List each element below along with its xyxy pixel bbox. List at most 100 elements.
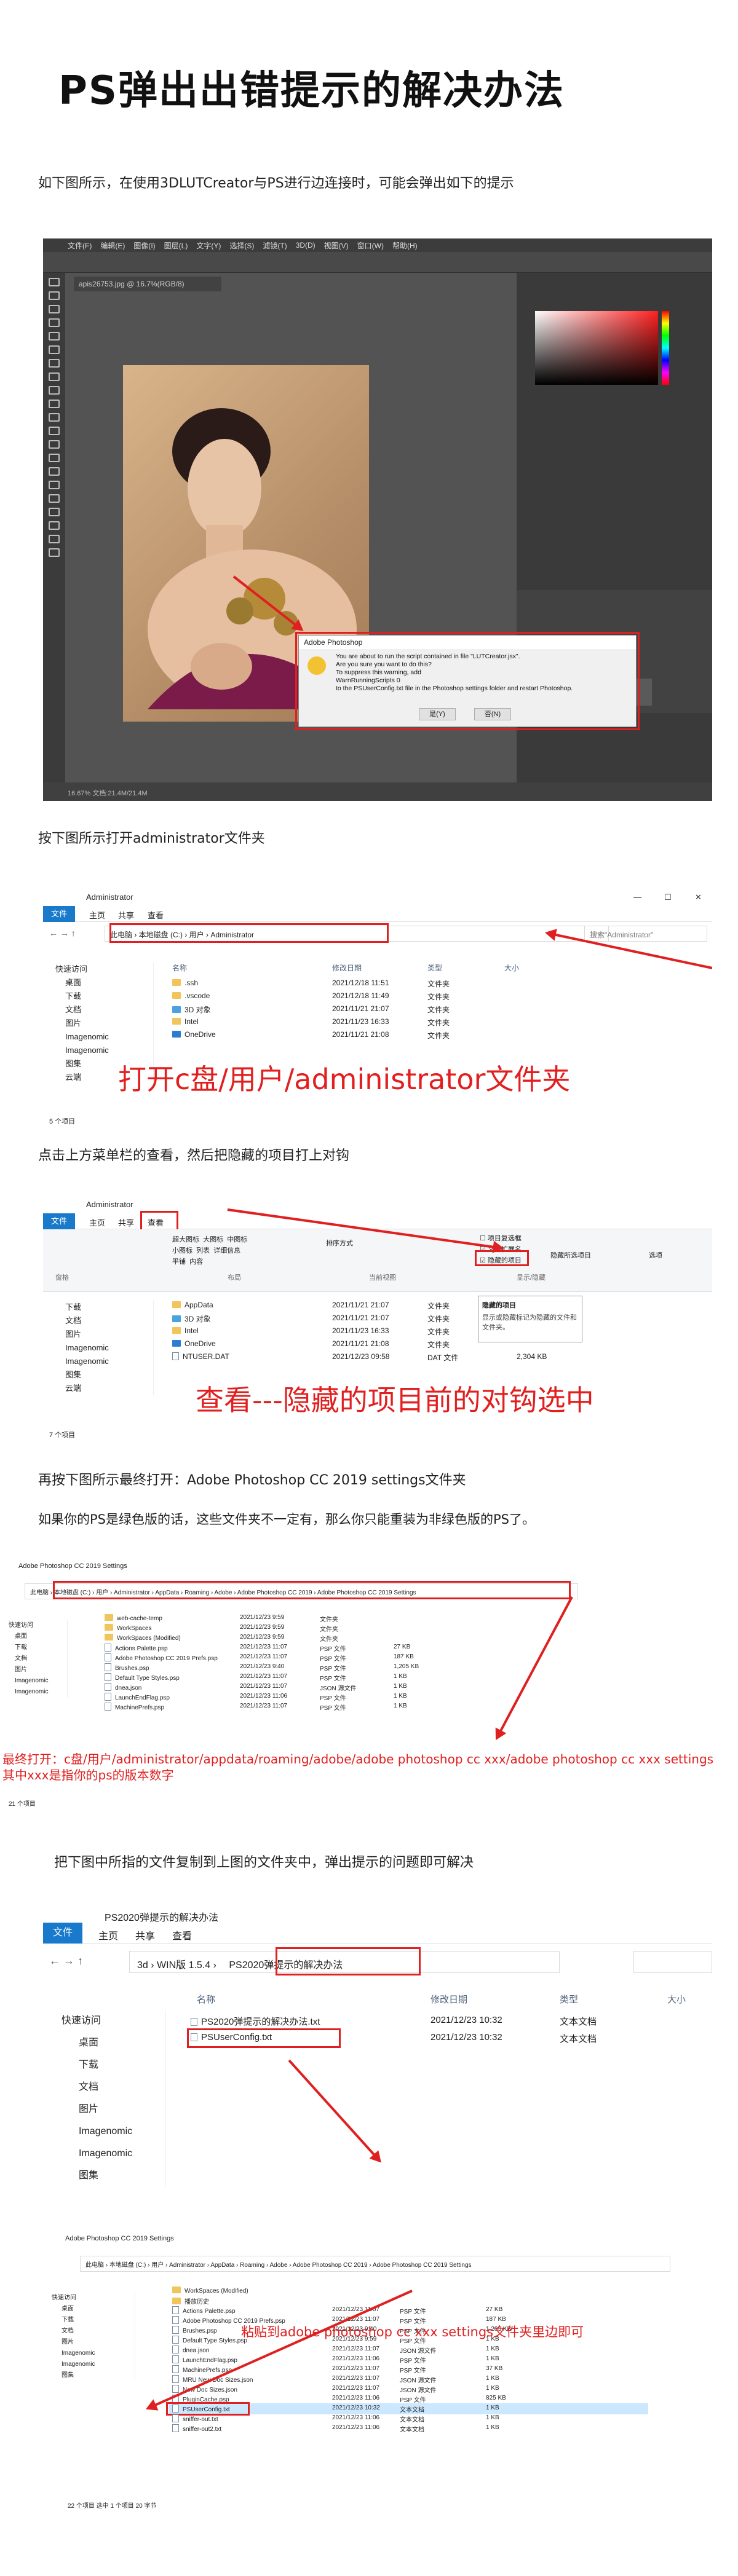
type-tool-icon[interactable] <box>49 494 60 503</box>
nav-documents[interactable]: 文档 <box>43 1314 153 1328</box>
marquee-tool-icon[interactable] <box>49 291 60 300</box>
col-type[interactable]: 类型 <box>427 963 442 973</box>
col-size[interactable]: 大小 <box>667 1993 686 2006</box>
ps-menu-view[interactable]: 视图(V) <box>324 240 349 251</box>
tab-share[interactable]: 共享 <box>118 1216 134 1228</box>
list-item[interactable]: sniffer-out2.txt <box>172 2424 221 2433</box>
nav-pictures[interactable]: 图片 <box>43 2337 135 2348</box>
nav-cloud[interactable]: 云端 <box>43 1382 153 1395</box>
list-item[interactable]: OneDrive <box>172 1030 216 1039</box>
nav-imagenomic-2[interactable]: Imagenomic <box>43 1355 153 1368</box>
close-icon[interactable]: ✕ <box>695 892 702 902</box>
layout-list[interactable]: 列表 <box>196 1247 210 1255</box>
tab-file[interactable]: 文件 <box>43 1213 75 1229</box>
layout-tiles[interactable]: 平铺 <box>172 1258 186 1266</box>
ps-menu-select[interactable]: 选择(S) <box>229 240 254 251</box>
tab-view[interactable]: 查看 <box>172 1928 192 1942</box>
col-name[interactable]: 名称 <box>172 963 187 973</box>
list-item[interactable]: LaunchEndFlag.psp <box>172 2355 237 2364</box>
maximize-icon[interactable]: ☐ <box>664 892 672 902</box>
nav-imagenomic[interactable]: Imagenomic <box>43 1341 153 1355</box>
col-name[interactable]: 名称 <box>197 1993 215 2006</box>
list-item[interactable]: Brushes.psp <box>105 1663 149 1672</box>
options-button[interactable]: 选项 <box>649 1250 662 1260</box>
list-item[interactable]: PS2020弹提示的解决办法.txt <box>191 2015 320 2028</box>
layout-content[interactable]: 内容 <box>189 1258 203 1266</box>
layout-details[interactable]: 详细信息 <box>213 1247 240 1255</box>
gradient-tool-icon[interactable] <box>49 440 60 449</box>
nav-pictures[interactable]: 图片 <box>43 1328 153 1341</box>
nav-quick-access[interactable]: 快速访问 <box>0 1620 67 1631</box>
layout-small-icons[interactable]: 小图标 <box>172 1247 192 1255</box>
nav-documents[interactable]: 文档 <box>43 1003 153 1017</box>
nav-imagenomic[interactable]: Imagenomic <box>0 1676 67 1687</box>
eraser-tool-icon[interactable] <box>49 427 60 435</box>
move-tool-icon[interactable] <box>49 278 60 286</box>
nav-downloads[interactable]: 下载 <box>0 1642 67 1653</box>
list-item[interactable]: NTUSER.DAT <box>172 1352 229 1361</box>
breadcrumb-3d[interactable]: 3d <box>137 1960 148 1971</box>
nav-downloads[interactable]: 下载 <box>43 1301 153 1314</box>
list-item[interactable]: LaunchEndFlag.psp <box>105 1693 170 1701</box>
tab-share[interactable]: 共享 <box>118 909 134 921</box>
ps-menu-type[interactable]: 文字(Y) <box>196 240 221 251</box>
search-input[interactable]: 搜索"Administrator" <box>584 926 707 942</box>
history-brush-icon[interactable] <box>49 413 60 422</box>
nav-documents[interactable]: 文档 <box>43 2326 135 2337</box>
list-item[interactable]: Actions Palette.psp <box>172 2306 236 2315</box>
crop-tool-icon[interactable] <box>49 332 60 341</box>
list-item[interactable]: AppData <box>172 1301 213 1309</box>
healing-tool-icon[interactable] <box>49 372 60 381</box>
nav-gallery[interactable]: 图集 <box>43 2165 165 2187</box>
nav-imagenomic-2[interactable]: Imagenomic <box>43 2143 165 2165</box>
ps-menu-3d[interactable]: 3D(D) <box>296 241 315 250</box>
list-item[interactable]: Default Type Styles.psp <box>105 1673 180 1682</box>
ps-menu-layer[interactable]: 图层(L) <box>164 240 188 251</box>
shape-tool-icon[interactable] <box>49 521 60 530</box>
list-item[interactable]: MachinePrefs.psp <box>172 2365 232 2374</box>
list-item[interactable]: MachinePrefs.psp <box>105 1703 164 1711</box>
list-item[interactable]: WorkSpaces <box>105 1624 152 1632</box>
lasso-tool-icon[interactable] <box>49 305 60 313</box>
ps-hue-slider[interactable] <box>662 311 669 385</box>
nav-imagenomic-2[interactable]: Imagenomic <box>43 1044 153 1057</box>
tab-share[interactable]: 共享 <box>135 1928 155 1942</box>
list-item[interactable]: 3D 对象 <box>172 1314 211 1324</box>
blur-tool-icon[interactable] <box>49 454 60 462</box>
list-item[interactable]: 3D 对象 <box>172 1004 211 1015</box>
ps-menu-help[interactable]: 帮助(H) <box>392 240 418 251</box>
list-item[interactable]: dnea.json <box>105 1683 141 1692</box>
stamp-tool-icon[interactable] <box>49 400 60 408</box>
ps-document-tab[interactable]: apis26753.jpg @ 16.7%(RGB/8) <box>74 277 221 291</box>
list-item[interactable]: WorkSpaces (Modified) <box>172 2286 248 2294</box>
list-item[interactable]: dnea.json <box>172 2346 209 2354</box>
ps-menu-image[interactable]: 图像(I) <box>133 240 155 251</box>
nav-pictures[interactable]: 图片 <box>43 2098 165 2121</box>
nav-quick-access[interactable]: 快速访问 <box>43 2293 135 2304</box>
list-item[interactable]: Brushes.psp <box>172 2326 217 2334</box>
eyedropper-tool-icon[interactable] <box>49 359 60 368</box>
pen-tool-icon[interactable] <box>49 481 60 489</box>
ps-menu-filter[interactable]: 滤镜(T) <box>263 240 287 251</box>
sort-by-button[interactable]: 排序方式 <box>326 1238 353 1248</box>
brush-tool-icon[interactable] <box>49 386 60 395</box>
nav-pictures[interactable]: 图片 <box>43 1017 153 1030</box>
nav-downloads[interactable]: 下载 <box>43 990 153 1003</box>
address-bar[interactable]: 此电脑 › 本地磁盘 (C:) › 用户 › Administrator › A… <box>80 2256 670 2272</box>
list-item[interactable]: Default Type Styles.psp <box>172 2336 247 2344</box>
search-input[interactable] <box>633 1951 712 1973</box>
nav-documents[interactable]: 文档 <box>0 1653 67 1664</box>
list-item[interactable]: Adobe Photoshop CC 2019 Prefs.psp <box>105 1653 218 1662</box>
list-item[interactable]: .vscode <box>172 991 210 1000</box>
list-item[interactable]: 播放历史 <box>172 2296 209 2306</box>
minimize-icon[interactable]: — <box>633 892 641 902</box>
nav-documents[interactable]: 文档 <box>43 2076 165 2098</box>
nav-quick-access[interactable]: 快速访问 <box>43 963 153 976</box>
nav-imagenomic[interactable]: Imagenomic <box>43 2348 135 2359</box>
tab-view[interactable]: 查看 <box>148 909 164 921</box>
nav-desktop[interactable]: 桌面 <box>0 1631 67 1642</box>
ps-menu-file[interactable]: 文件(F) <box>68 240 92 251</box>
nav-pictures[interactable]: 图片 <box>0 1664 67 1676</box>
tab-file[interactable]: 文件 <box>43 1923 82 1944</box>
ps-menu-edit[interactable]: 编辑(E) <box>100 240 125 251</box>
